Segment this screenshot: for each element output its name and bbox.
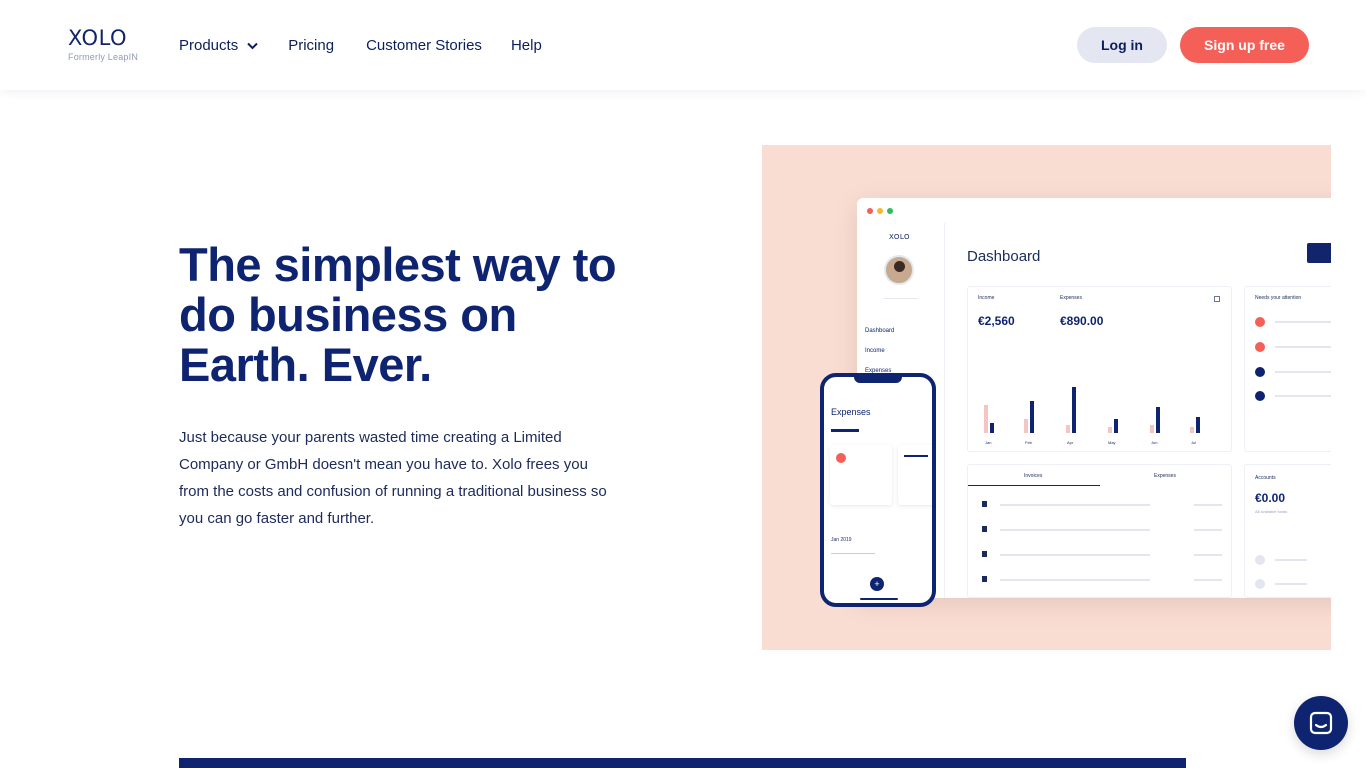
mockup-income-card: Income €2,560 Expenses €890.00 Jan Feb A… xyxy=(967,286,1232,452)
side-menu-item: Income xyxy=(865,348,885,354)
month-label: Apr xyxy=(1067,440,1074,445)
tab-invoices: Invoices xyxy=(1024,473,1043,479)
nav-products[interactable]: Products xyxy=(179,37,258,54)
mockup-side-menu: Dashboard Income Expenses xyxy=(865,321,894,381)
accounts-value: €0.00 xyxy=(1255,491,1286,505)
mockup-action-button xyxy=(1307,243,1331,263)
month-label: Jan xyxy=(985,440,992,445)
month-label: Feb xyxy=(1025,440,1032,445)
mockup-dashboard-title: Dashboard xyxy=(967,248,1041,265)
income-value: €2,560 xyxy=(978,314,1015,328)
phone-title: Expenses xyxy=(831,407,871,417)
attention-label: Needs your attention xyxy=(1255,295,1302,301)
nav-help[interactable]: Help xyxy=(511,37,542,54)
product-illustration: XOLO Dashboard Income Expenses Dashboard… xyxy=(762,145,1331,650)
window-dots xyxy=(867,208,893,214)
side-menu-item: Dashboard xyxy=(865,328,895,334)
calendar-icon xyxy=(1214,296,1220,302)
mockup-invoices-card: Invoices Expenses xyxy=(967,464,1232,598)
xolo-logo[interactable]: XOLO Formerly LeapIN xyxy=(68,27,140,63)
expenses-value: €890.00 xyxy=(1060,314,1104,328)
logo-subtitle: Formerly LeapIN xyxy=(68,52,139,62)
month-label: May xyxy=(1108,440,1116,445)
hero-description: Just because your parents wasted time cr… xyxy=(179,429,607,527)
accounts-label: Accounts xyxy=(1255,475,1276,481)
mockup-logo: XOLO xyxy=(889,233,911,241)
site-header: XOLO Formerly LeapIN Products Pricing Cu… xyxy=(0,0,1366,90)
tab-expenses: Expenses xyxy=(1154,473,1176,479)
nav-products-label: Products xyxy=(179,37,239,54)
next-section-banner xyxy=(179,758,1186,768)
nav-pricing[interactable]: Pricing xyxy=(288,37,334,54)
avatar xyxy=(884,255,914,285)
nav-customer-stories[interactable]: Customer Stories xyxy=(366,37,482,54)
mockup-attention-card: Needs your attention xyxy=(1244,286,1331,452)
login-button[interactable]: Log in xyxy=(1077,27,1167,63)
main-nav: Products Pricing Customer Stories Help xyxy=(179,37,542,54)
logo-wordmark: XOLO xyxy=(68,26,128,50)
signup-button[interactable]: Sign up free xyxy=(1180,27,1309,63)
mockup-accounts-card: Accounts €0.00 All available funds xyxy=(1244,464,1331,598)
chat-launcher-button[interactable] xyxy=(1294,696,1348,750)
month-label: Jun xyxy=(1151,440,1158,445)
plus-icon: + xyxy=(870,577,884,591)
accounts-subtitle: All available funds xyxy=(1255,509,1288,514)
chat-icon xyxy=(1309,711,1333,735)
phone-mockup: Expenses Jan 2019 + xyxy=(820,373,936,607)
hero-title: The simplest way to do business on Earth… xyxy=(179,238,617,391)
expenses-label: Expenses xyxy=(1060,295,1082,301)
chevron-down-icon xyxy=(247,42,258,49)
income-label: Income xyxy=(978,295,995,301)
month-label: Jul xyxy=(1191,440,1197,445)
phone-date: Jan 2019 xyxy=(831,537,852,543)
